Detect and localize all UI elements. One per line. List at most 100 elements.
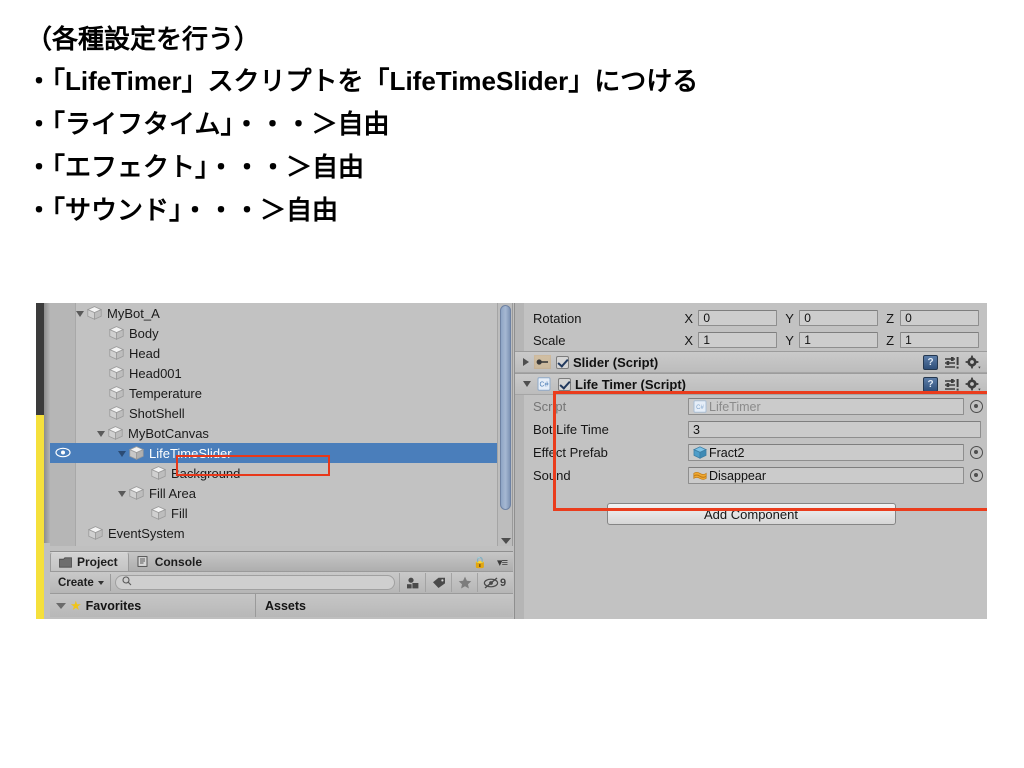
preset-icon-life-timer[interactable] [944, 378, 959, 392]
scale-x-field[interactable]: 1 [698, 332, 778, 348]
rotation-z-field[interactable]: 0 [900, 310, 979, 326]
slider-component-title: Slider (Script) [573, 354, 659, 370]
property-row-script[interactable]: Script C# LifeTimer [515, 395, 987, 418]
favorites-column-header[interactable]: ★ Favorites [50, 594, 256, 617]
assets-column-header[interactable]: Assets [256, 594, 513, 617]
hidden-items-counter[interactable]: 9 [477, 573, 511, 592]
slide-line-0: （各種設定を行う） [26, 24, 261, 54]
transform-row-scale[interactable]: Scale X 1 Y 1 Z 1 [515, 329, 987, 351]
bot-life-time-field[interactable]: 3 [688, 421, 981, 438]
script-value: LifeTimer [709, 399, 761, 414]
preset-icon[interactable] [944, 356, 959, 370]
script-label: Script [533, 399, 567, 414]
gear-icon-life-timer[interactable] [965, 377, 981, 392]
component-header-life-timer[interactable]: C# Life Timer (Script) ? [515, 373, 987, 395]
slide-line-4: ・「サウンド」・・・＞自由 [26, 195, 339, 225]
hierarchy-item-label: Head001 [129, 365, 182, 381]
project-panel[interactable]: Project Console 🔒 ▾≡ Create 9 ★ Favorite… [50, 551, 513, 619]
filter-by-label-icon[interactable] [425, 573, 451, 592]
effect-prefab-field[interactable]: Fract2 [688, 444, 964, 461]
hierarchy-item-lifetimeslider[interactable]: LifeTimeSlider [50, 443, 512, 463]
help-icon[interactable]: ? [923, 355, 938, 370]
sound-field[interactable]: Disappear [688, 467, 964, 484]
property-row-sound[interactable]: Sound Disappear [515, 464, 987, 487]
hierarchy-item-label: Fill [171, 505, 188, 521]
hierarchy-panel[interactable]: MyBot_A Body Head Head001 Temperature ShotShe… [50, 303, 513, 546]
hierarchy-item-label: Background [171, 465, 241, 481]
slide-line-1: ・「LifeTimer」スクリプトを「LifeTimeSlider」につける [26, 66, 699, 96]
script-field[interactable]: C# LifeTimer [688, 398, 964, 415]
create-button-label: Create [58, 576, 94, 589]
hierarchy-item-label: Head [129, 345, 161, 361]
project-toolbar: Create 9 [50, 572, 513, 594]
sound-label: Sound [533, 468, 571, 483]
effect-prefab-value: Fract2 [709, 445, 745, 460]
hierarchy-item-head[interactable]: Head [50, 343, 512, 363]
filter-by-type-icon[interactable] [399, 573, 425, 592]
disclosure-triangle-icon[interactable] [118, 451, 126, 457]
collapse-triangle-icon[interactable] [523, 381, 531, 387]
scroll-down-arrow-icon[interactable] [501, 538, 511, 544]
hierarchy-item-shotshell[interactable]: ShotShell [50, 403, 512, 423]
screenshot-left-yellow-strip [36, 415, 44, 619]
tab-project[interactable]: Project [50, 552, 129, 571]
hierarchy-item-eventsystem[interactable]: EventSystem [50, 523, 512, 543]
inspector-panel[interactable]: Rotation X 0 Y 0 Z 0 Scale X 1 Y 1 Z 1 S… [514, 303, 987, 619]
search-icon [122, 576, 132, 589]
scale-z-field[interactable]: 1 [900, 332, 979, 348]
lock-icon[interactable]: 🔒 [473, 556, 487, 569]
hierarchy-item-temperature[interactable]: Temperature [50, 383, 512, 403]
object-picker-icon-effect-prefab[interactable] [970, 446, 983, 459]
visibility-eye-icon[interactable] [55, 447, 71, 458]
hierarchy-item-head001[interactable]: Head001 [50, 363, 512, 383]
add-component-wrapper: Add Component [515, 503, 987, 525]
favorites-star-icon[interactable] [451, 573, 477, 592]
gear-icon[interactable] [965, 355, 981, 370]
svg-text:C#: C# [540, 382, 549, 389]
disclosure-triangle-icon[interactable] [76, 311, 84, 317]
rotation-y-field[interactable]: 0 [799, 310, 879, 326]
star-icon: ★ [70, 597, 82, 613]
panel-menu-icon[interactable]: ▾≡ [497, 556, 508, 569]
add-component-button[interactable]: Add Component [606, 503, 896, 525]
gameobject-cube-icon [108, 426, 123, 440]
object-picker-icon-sound[interactable] [970, 469, 983, 482]
hierarchy-item-background[interactable]: Background [50, 463, 512, 483]
hierarchy-item-fill-area[interactable]: Fill Area [50, 483, 512, 503]
transform-row-rotation[interactable]: Rotation X 0 Y 0 Z 0 [515, 307, 987, 329]
hierarchy-scrollbar-track[interactable] [497, 303, 512, 546]
hierarchy-item-body[interactable]: Body [50, 323, 512, 343]
hierarchy-row-list[interactable]: MyBot_A Body Head Head001 Temperature ShotShe… [50, 303, 512, 543]
create-button[interactable]: Create [52, 574, 111, 591]
slider-component-icon [534, 355, 552, 370]
hierarchy-scrollbar-thumb[interactable] [500, 305, 511, 510]
hierarchy-item-mybotcanvas[interactable]: MyBotCanvas [50, 423, 512, 443]
tab-console[interactable]: Console [129, 552, 212, 571]
scale-y-field[interactable]: 1 [799, 332, 879, 348]
slide-line-2: ・「ライフタイム」・・・＞自由 [26, 109, 390, 139]
triangle-down-icon[interactable] [56, 602, 66, 609]
slider-enabled-checkbox[interactable] [556, 355, 569, 369]
unity-editor-screenshot: MyBot_A Body Head Head001 Temperature ShotShe… [36, 303, 987, 619]
life-timer-enabled-checkbox[interactable] [558, 377, 571, 391]
folder-icon [59, 556, 72, 568]
disclosure-triangle-icon[interactable] [118, 491, 126, 497]
disclosure-triangle-icon[interactable] [97, 431, 105, 437]
expand-triangle-icon[interactable] [523, 358, 529, 366]
rotation-label: Rotation [533, 310, 582, 326]
tab-console-label: Console [154, 554, 203, 569]
rotation-x-field[interactable]: 0 [698, 310, 778, 326]
hierarchy-item-fill[interactable]: Fill [50, 503, 512, 523]
component-header-slider[interactable]: Slider (Script) ? [515, 351, 987, 373]
svg-text:C#: C# [696, 405, 704, 411]
console-icon [137, 556, 150, 567]
tab-project-label: Project [77, 555, 118, 569]
hierarchy-item-mybot-a[interactable]: MyBot_A [50, 303, 512, 323]
object-picker-icon-script[interactable] [970, 400, 983, 413]
effect-prefab-label: Effect Prefab [533, 445, 608, 460]
help-icon-life-timer[interactable]: ? [923, 377, 938, 392]
property-row-effect-prefab[interactable]: Effect Prefab Fract2 [515, 441, 987, 464]
search-input[interactable] [114, 575, 395, 590]
axis-z-label: Z [886, 310, 895, 326]
property-row-bot-life-time[interactable]: Bot Life Time 3 [515, 418, 987, 441]
